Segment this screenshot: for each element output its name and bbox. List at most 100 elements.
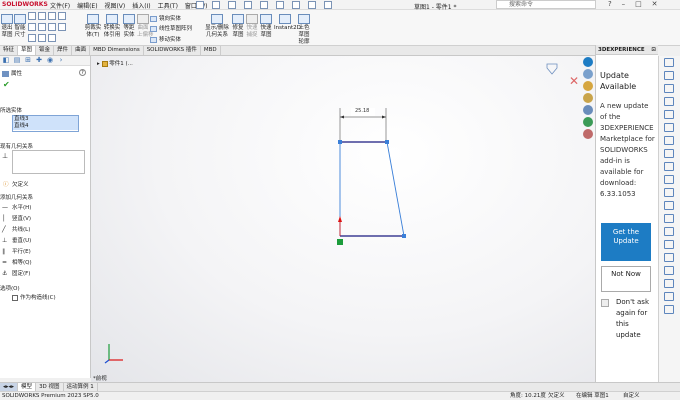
open-icon[interactable] — [228, 1, 236, 9]
print-icon[interactable] — [260, 1, 268, 9]
ok-check-icon[interactable]: ✔ — [3, 80, 10, 89]
tab-3d-views[interactable]: 3D 视图 — [36, 383, 64, 391]
get-update-button[interactable]: Get the Update — [601, 223, 651, 261]
shaded-sketch-contours-button[interactable]: 上色 草图 轮廓 — [298, 14, 310, 46]
rapid-sketch-button[interactable]: 快速 草图 — [260, 14, 272, 39]
construction-option[interactable]: 作为构造线(C) — [12, 293, 56, 301]
3dexperience-tab-icon[interactable] — [583, 57, 593, 67]
tab-nav-arrows-icon[interactable]: ◂▸◂▸ — [0, 383, 19, 391]
not-now-button[interactable]: Not Now — [601, 266, 651, 292]
config-manager-tab-icon[interactable]: ⊞ — [23, 56, 33, 65]
offset-on-surface-button[interactable]: 曲面 上偏移 — [137, 14, 154, 39]
close-icon[interactable]: ✕ — [652, 0, 658, 8]
relation-fix[interactable]: ⚓ 固定(F) — [2, 269, 30, 277]
selected-entities-list[interactable]: 直线3 直线4 — [12, 115, 79, 132]
dimension-value[interactable]: 25.18 — [355, 108, 369, 114]
tab-mbd[interactable]: MBD — [201, 46, 221, 55]
appearances-tab-icon[interactable] — [583, 117, 593, 127]
tab-sheet-metal[interactable]: 钣金 — [36, 46, 55, 55]
convert-entities-button[interactable]: 转换实 体引用 — [103, 14, 121, 39]
trim-entities-button[interactable]: 剪裁实 体(T) — [84, 14, 102, 39]
sketch-slot-icon[interactable] — [664, 136, 674, 145]
maximize-icon[interactable]: □ — [635, 0, 642, 8]
rebuild-icon[interactable] — [308, 1, 316, 9]
relation-parallel[interactable]: ∥ 平行(E) — [2, 247, 31, 255]
tab-sketch[interactable]: 草图 — [18, 46, 37, 55]
sketch-mirror-icon[interactable] — [664, 214, 674, 223]
sketch-dimension-icon[interactable] — [664, 279, 674, 288]
display-delete-relations-button[interactable]: 显示/删除 几何关系 — [204, 14, 230, 39]
sketch-text-icon[interactable] — [664, 201, 674, 210]
tab-motion-study[interactable]: 运动算例 1 — [64, 383, 98, 391]
sketch-line-icon[interactable] — [664, 58, 674, 67]
home-icon[interactable] — [196, 1, 204, 9]
menu-insert[interactable]: 插入(I) — [132, 3, 150, 10]
dimxpert-tab-icon[interactable]: ✚ — [34, 56, 44, 65]
construction-checkbox[interactable] — [12, 294, 18, 301]
tab-weldments[interactable]: 焊件 — [54, 46, 73, 55]
resources-tab-icon[interactable] — [583, 69, 593, 79]
quick-snaps-button[interactable]: 快速 捕捉 — [246, 14, 258, 39]
sketch-trim-icon[interactable] — [664, 240, 674, 249]
ellipse-tool-icon[interactable] — [58, 23, 66, 31]
sketch-circle-icon[interactable] — [664, 84, 674, 93]
sketch-chamfer-icon[interactable] — [664, 188, 674, 197]
save-icon[interactable] — [244, 1, 252, 9]
units-selector[interactable]: 自定义 — [623, 392, 640, 400]
relation-perpendicular[interactable]: ⊥ 垂直(U) — [2, 236, 31, 244]
select-icon[interactable] — [292, 1, 300, 9]
feature-tree-tab-icon[interactable]: ◧ — [1, 56, 11, 65]
tab-mbd-dimensions[interactable]: MBD Dimensions — [90, 46, 144, 55]
relation-collinear[interactable]: ╱ 共线(L) — [2, 225, 30, 233]
menu-edit[interactable]: 编辑(E) — [77, 3, 97, 10]
sketch-arc-icon[interactable] — [664, 71, 674, 80]
sketch-pattern-icon[interactable] — [664, 292, 674, 301]
sketch-offset-icon[interactable] — [664, 227, 674, 236]
sketch-ellipse-icon[interactable] — [664, 149, 674, 158]
help-circle-icon[interactable]: ? — [79, 69, 86, 76]
search-input[interactable]: 搜索命令 — [496, 0, 596, 9]
circle-tool-icon[interactable] — [28, 23, 36, 31]
fillet-tool-icon[interactable] — [28, 34, 36, 42]
help-icon[interactable]: ? — [608, 0, 612, 8]
mirror-entities-button[interactable]: 镜向实体 — [150, 14, 181, 22]
smart-dimension-button[interactable]: 智能 尺寸 — [14, 14, 26, 39]
repair-sketch-button[interactable]: 修复 草图 — [232, 14, 244, 39]
instant2d-button[interactable]: Instant2D — [274, 14, 301, 32]
move-entities-button[interactable]: 移动实体 — [150, 35, 181, 43]
relation-vertical[interactable]: │ 竖直(V) — [2, 214, 31, 222]
relation-horizontal[interactable]: — 水平(H) — [2, 203, 31, 211]
plane-tool-icon[interactable] — [48, 34, 56, 42]
spline-tool-icon[interactable] — [58, 12, 66, 20]
arc-tool-icon[interactable] — [38, 23, 46, 31]
menu-tools[interactable]: 工具(T) — [158, 3, 178, 10]
tab-features[interactable]: 特征 — [0, 46, 19, 55]
sketch-rectangle-icon[interactable] — [664, 110, 674, 119]
dont-ask-checkbox[interactable] — [601, 299, 609, 307]
tab-addins[interactable]: SOLIDWORKS 插件 — [144, 46, 201, 55]
exit-sketch-button[interactable]: 退出 草图 — [1, 14, 13, 39]
sketch-fillet-icon[interactable] — [664, 175, 674, 184]
menu-view[interactable]: 视图(V) — [104, 3, 125, 10]
sketch-spline-icon[interactable] — [664, 97, 674, 106]
sketch-extend-icon[interactable] — [664, 253, 674, 262]
existing-relations-list[interactable] — [12, 150, 85, 174]
new-document-icon[interactable] — [212, 1, 220, 9]
relation-equal[interactable]: = 相等(Q) — [2, 258, 32, 266]
more-tabs-icon[interactable]: › — [56, 56, 66, 65]
slot-tool-icon[interactable] — [48, 12, 56, 20]
rectangle-tool-icon[interactable] — [38, 12, 46, 20]
graphics-area[interactable]: ▸ 零件1 (... ✕ 25.18 *前视 — [91, 56, 595, 382]
property-manager-tab-icon[interactable]: ▤ — [12, 56, 22, 65]
line-tool-icon[interactable] — [28, 12, 36, 20]
minimize-icon[interactable]: – — [622, 0, 626, 8]
options-icon[interactable] — [324, 1, 332, 9]
sketch-relation-icon[interactable] — [664, 266, 674, 275]
list-item[interactable]: 直线4 — [13, 123, 78, 130]
menu-file[interactable]: 文件(F) — [50, 3, 70, 10]
tab-surfaces[interactable]: 曲面 — [72, 46, 91, 55]
offset-entities-button[interactable]: 等距 实体 — [122, 14, 136, 39]
tab-model[interactable]: 模型 — [18, 383, 37, 391]
text-tool-icon[interactable] — [38, 34, 46, 42]
linear-pattern-button[interactable]: 线性草图阵列 — [150, 24, 192, 32]
